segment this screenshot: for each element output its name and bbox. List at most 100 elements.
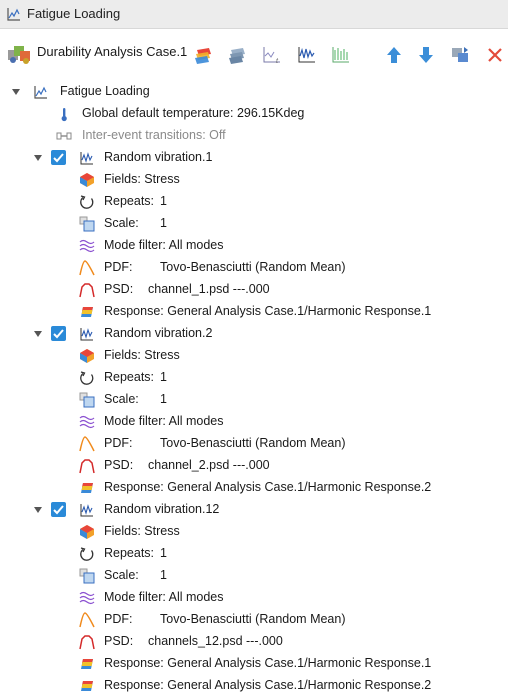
response-icon [79,304,95,320]
mode-filter-icon [79,414,95,430]
time-history-icon[interactable]: t [261,44,283,66]
response-row[interactable]: Response: General Analysis Case.1/Harmon… [0,301,508,323]
psd-curve-icon [79,634,95,650]
pdf-curve-icon [79,436,95,452]
scale-value: 1 [160,568,167,582]
transition-icon [56,128,72,144]
expand-chevron-icon[interactable] [32,328,44,340]
copy-icon[interactable] [449,44,471,66]
psd-row[interactable]: PSD: channels_12.psd ---.000 [0,631,508,653]
psd-label: PSD: [104,458,134,472]
analysis-case-label[interactable]: Durability Analysis Case.1 [37,44,187,59]
arrow-down-icon[interactable] [415,44,437,66]
scale-row[interactable]: Scale: 1 [0,213,508,235]
pdf-row[interactable]: PDF: Tovo-Benasciutti (Random Mean) [0,433,508,455]
fields-text: Fields: Stress [104,524,180,538]
mode-filter-row[interactable]: Mode filter: All modes [0,411,508,433]
fields-icon [79,348,95,364]
repeat-icon [79,370,95,386]
event-checkbox[interactable] [51,502,66,517]
pdf-row[interactable]: PDF: Tovo-Benasciutti (Random Mean) [0,257,508,279]
repeats-value: 1 [160,370,167,384]
root-label: Fatigue Loading [60,84,150,98]
random-vibration-icon [79,150,95,166]
delete-icon[interactable] [484,44,506,66]
fields-row[interactable]: Fields: Stress [0,169,508,191]
title-bar: Fatigue Loading [0,0,508,29]
response-text: Response: General Analysis Case.1/Harmon… [104,304,432,318]
scale-label: Scale: [104,392,139,406]
pdf-label: PDF: [104,436,133,450]
mode-filter-text: Mode filter: All modes [104,414,224,428]
scale-row[interactable]: Scale: 1 [0,565,508,587]
expand-chevron-icon[interactable] [32,152,44,164]
mode-filter-icon [79,590,95,606]
psd-curve-icon [79,458,95,474]
multi-signal-icon[interactable] [330,44,352,66]
global-temperature-row[interactable]: Global default temperature: 296.15Kdeg [0,103,508,125]
repeats-row[interactable]: Repeats: 1 [0,543,508,565]
psd-label: PSD: [104,634,134,648]
analysis-case-icon [8,46,30,64]
fields-text: Fields: Stress [104,172,180,186]
event-checkbox[interactable] [51,150,66,165]
response-row[interactable]: Response: General Analysis Case.1/Harmon… [0,477,508,499]
random-vibration-icon [79,502,95,518]
tree-root-fatigue-loading[interactable]: Fatigue Loading [0,81,508,103]
scale-row[interactable]: Scale: 1 [0,389,508,411]
repeats-value: 1 [160,194,167,208]
scale-icon [79,216,95,232]
psd-value: channel_2.psd ---.000 [148,458,270,472]
global-temperature-text: Global default temperature: 296.15Kdeg [82,106,305,120]
event-checkbox[interactable] [51,326,66,341]
scale-value: 1 [160,216,167,230]
random-vibration-icon [79,326,95,342]
psd-row[interactable]: PSD: channel_2.psd ---.000 [0,455,508,477]
response-row[interactable]: Response: General Analysis Case.1/Harmon… [0,653,508,675]
fields-icon [79,524,95,540]
response-text: Response: General Analysis Case.1/Harmon… [104,480,432,494]
fatigue-chart-icon [33,84,49,100]
fields-icon [79,172,95,188]
psd-row[interactable]: PSD: channel_1.psd ---.000 [0,279,508,301]
response-row[interactable]: Response: General Analysis Case.1/Harmon… [0,675,508,697]
event-row-0[interactable]: Random vibration.1 [0,147,508,169]
pdf-value: Tovo-Benasciutti (Random Mean) [160,260,346,274]
pdf-value: Tovo-Benasciutti (Random Mean) [160,612,346,626]
arrow-up-icon[interactable] [383,44,405,66]
scale-icon [79,568,95,584]
response-icon [79,480,95,496]
event-row-1[interactable]: Random vibration.2 [0,323,508,345]
response-icon [79,678,95,694]
event-row-2[interactable]: Random vibration.12 [0,499,508,521]
mode-filter-row[interactable]: Mode filter: All modes [0,587,508,609]
pdf-value: Tovo-Benasciutti (Random Mean) [160,436,346,450]
mode-filter-row[interactable]: Mode filter: All modes [0,235,508,257]
response-text: Response: General Analysis Case.1/Harmon… [104,656,432,670]
fields-text: Fields: Stress [104,348,180,362]
repeats-label: Repeats: [104,194,155,208]
gray-layers-icon[interactable] [227,44,249,66]
response-icon [79,656,95,672]
pdf-curve-icon [79,260,95,276]
expand-chevron-icon[interactable] [10,86,22,98]
repeats-row[interactable]: Repeats: 1 [0,191,508,213]
scale-label: Scale: [104,216,139,230]
repeats-value: 1 [160,546,167,560]
pdf-label: PDF: [104,612,133,626]
inter-event-row[interactable]: Inter-event transitions: Off [0,125,508,147]
event-label: Random vibration.12 [104,502,220,516]
response-text: Response: General Analysis Case.1/Harmon… [104,678,432,692]
scale-label: Scale: [104,568,139,582]
pdf-row[interactable]: PDF: Tovo-Benasciutti (Random Mean) [0,609,508,631]
random-signal-icon[interactable] [296,44,318,66]
fields-row[interactable]: Fields: Stress [0,521,508,543]
expand-chevron-icon[interactable] [32,504,44,516]
repeats-row[interactable]: Repeats: 1 [0,367,508,389]
colored-layers-icon[interactable] [193,44,215,66]
thermometer-icon [56,106,72,122]
fields-row[interactable]: Fields: Stress [0,345,508,367]
event-label: Random vibration.2 [104,326,213,340]
psd-label: PSD: [104,282,134,296]
psd-curve-icon [79,282,95,298]
